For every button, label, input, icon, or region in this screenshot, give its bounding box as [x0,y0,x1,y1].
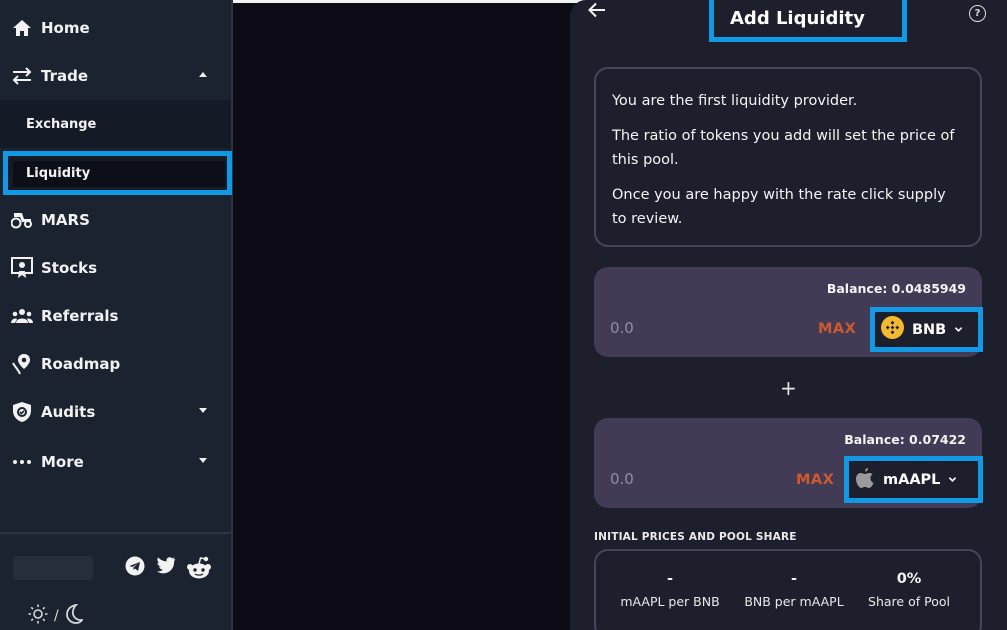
token-input-card-a: Balance: 0.0485949 MAX BNB [594,267,983,357]
sidebar-item-trade[interactable]: Trade [0,52,231,100]
price-stat: - BNB per mAAPL [741,571,847,609]
first-provider-notice: You are the first liquidity provider. Th… [594,67,982,247]
sidebar-item-stocks[interactable]: Stocks [0,244,231,292]
price-label: BNB per mAAPL [744,594,844,609]
sidebar: Home Trade Exchange Liquidity MARS Stock… [0,0,233,630]
sidebar-footer: / [0,532,231,630]
token-select-button[interactable]: mAAPL [844,456,983,503]
price-value: - [790,571,798,587]
sidebar-item-label: Trade [41,67,89,85]
sidebar-item-audits[interactable]: Audits [0,388,231,436]
sidebar-item-mars[interactable]: MARS [0,196,231,244]
amount-input[interactable] [610,470,770,488]
sidebar-item-label: MARS [41,211,90,229]
sidebar-item-label: Audits [41,403,96,421]
chevron-down-icon [955,327,963,332]
token-symbol: BNB [912,321,947,338]
sun-icon[interactable] [28,604,48,628]
token-select-button[interactable]: BNB [870,307,983,352]
sidebar-item-home[interactable]: Home [0,4,231,52]
background-area [233,3,570,630]
sidebar-item-label: Stocks [41,259,98,277]
title-highlight: Add Liquidity [709,0,907,42]
pool-share-stat: 0% Share of Pool [864,571,954,609]
sidebar-item-label: Referrals [41,307,119,325]
sidebar-item-label: Home [41,19,90,37]
price-value: 0% [896,571,922,587]
ellipsis-icon [10,450,34,474]
stock-certificate-icon [10,256,34,280]
price-label: Share of Pool [868,594,950,609]
sidebar-subitem-label: Liquidity [26,165,91,181]
token-input-card-b: Balance: 0.07422 MAX mAAPL [594,418,983,508]
max-button[interactable]: MAX [796,472,834,488]
token-price-pill[interactable] [13,556,93,580]
twitter-icon[interactable] [156,556,178,578]
chevron-down-icon [199,408,207,413]
home-icon [10,16,34,40]
prices-section-title: INITIAL PRICES AND POOL SHARE [594,531,797,543]
tractor-icon [10,208,34,232]
price-value: - [666,571,674,587]
back-arrow-icon[interactable] [588,2,610,24]
sidebar-item-label: Roadmap [41,355,121,373]
sidebar-subitem-exchange[interactable]: Exchange [0,100,231,148]
question-icon[interactable]: ? [969,5,986,22]
amount-input[interactable] [610,319,770,337]
notice-line: You are the first liquidity provider. [612,93,858,109]
users-icon [10,304,34,328]
chevron-up-icon [199,72,207,77]
price-stat: - mAAPL per BNB [618,571,722,609]
chevron-down-icon [949,477,957,482]
balance-label: Balance: 0.07422 [844,432,966,447]
sidebar-item-label: More [41,453,84,471]
sidebar-item-roadmap[interactable]: Roadmap [0,340,231,388]
app-root: Home Trade Exchange Liquidity MARS Stock… [0,0,1007,630]
sidebar-item-referrals[interactable]: Referrals [0,292,231,340]
theme-separator: / [54,608,59,624]
notice-line: Once you are happy with the rate click s… [612,187,946,227]
sidebar-item-more[interactable]: More [0,438,231,486]
bnb-icon [881,316,904,343]
balance-label: Balance: 0.0485949 [826,281,966,296]
page-title: Add Liquidity [730,8,865,29]
max-button[interactable]: MAX [818,321,856,337]
plus-icon: + [780,376,797,400]
prices-pool-share-box: - mAAPL per BNB - BNB per mAAPL 0% Share… [594,549,982,630]
swap-icon [10,64,34,88]
telegram-icon[interactable] [125,556,147,578]
theme-toggle[interactable]: / [28,603,84,628]
moon-icon[interactable] [65,603,84,628]
sidebar-subitem-label: Exchange [26,116,97,132]
chevron-down-icon [199,458,207,463]
roadmap-icon [10,352,34,376]
sidebar-subitem-liquidity[interactable]: Liquidity [3,151,232,195]
price-label: mAAPL per BNB [620,594,720,609]
reddit-icon[interactable] [186,556,212,579]
apple-icon [855,467,875,493]
shield-check-icon [10,400,34,424]
add-liquidity-panel: Add Liquidity ? You are the first liquid… [570,0,1007,630]
notice-line: The ratio of tokens you add will set the… [612,128,955,168]
token-symbol: mAAPL [883,471,941,488]
